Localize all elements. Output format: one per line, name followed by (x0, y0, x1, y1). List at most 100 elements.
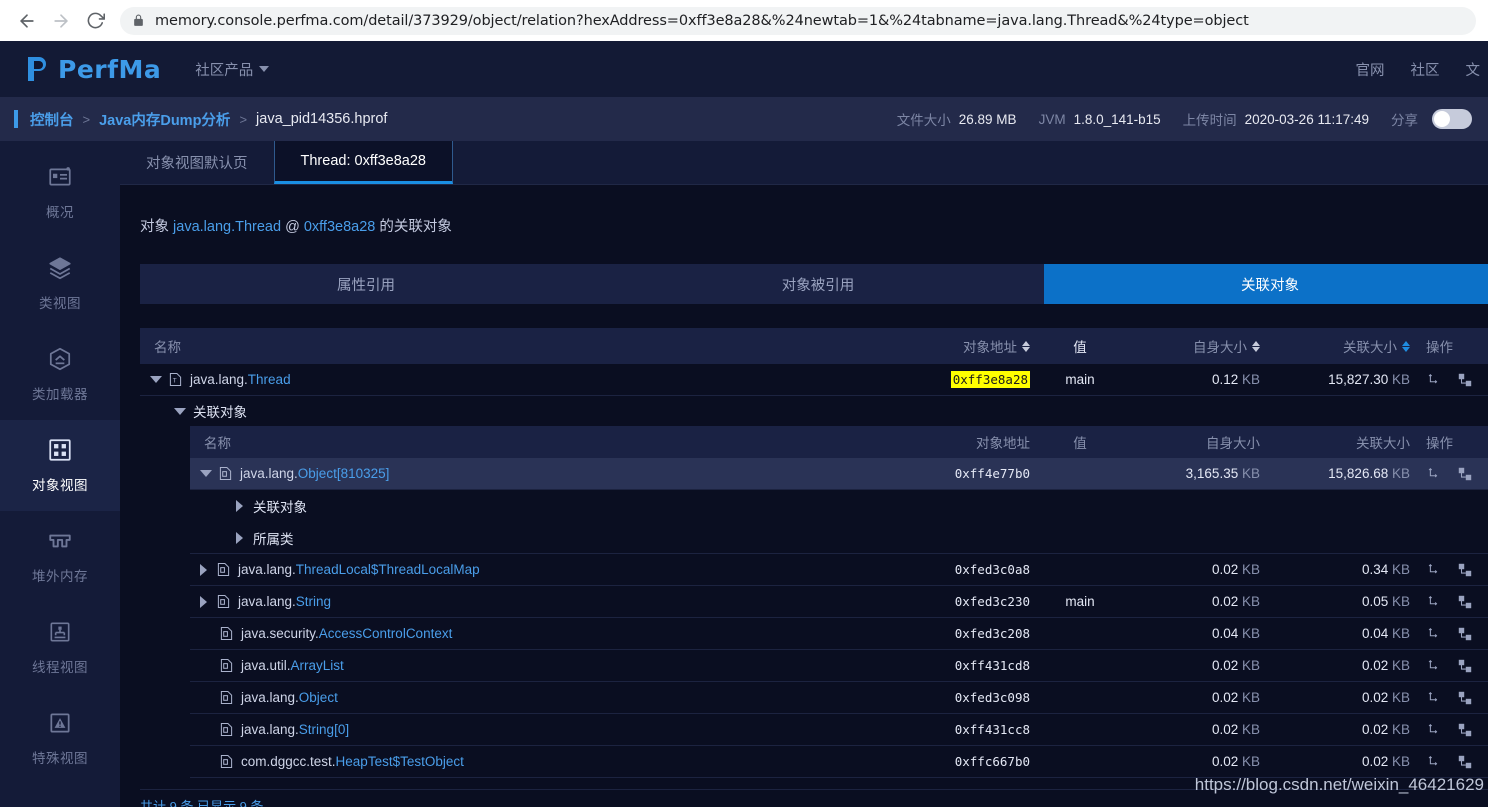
header-retained-size-cell[interactable]: 关联大小 (1260, 336, 1410, 356)
row-self-size: 0.02 (1211, 562, 1239, 577)
nested-header-name: 名称 (204, 436, 231, 451)
segment-related-objects[interactable]: 关联对象 (1044, 264, 1488, 304)
expand-hierarchy-icon[interactable] (1458, 691, 1472, 705)
child-row-owner-class[interactable]: 所属类 (190, 522, 1488, 554)
row-address[interactable]: 0xffc667b0 (900, 754, 1030, 769)
path-to-gc-root-icon[interactable] (1426, 627, 1440, 641)
expand-hierarchy-icon[interactable] (1458, 659, 1472, 673)
expand-hierarchy-icon[interactable] (1458, 563, 1472, 577)
row-self-unit: KB (1241, 754, 1260, 769)
table-row[interactable]: java.lang. Object[810325] 0xff4e77b0 3,16… (190, 458, 1488, 490)
header-self-size-cell[interactable]: 自身大小 (1110, 336, 1260, 356)
accent-bar (14, 110, 18, 128)
nav-link-official[interactable]: 官网 (1356, 59, 1385, 80)
nav-products-menu[interactable]: 社区产品 (195, 59, 270, 80)
share-toggle[interactable] (1432, 109, 1472, 129)
row-class[interactable]: ArrayList (291, 658, 344, 673)
breadcrumb-dump-analysis[interactable]: Java内存Dump分析 (99, 109, 230, 130)
path-to-gc-root-icon[interactable] (1426, 595, 1440, 609)
expand-hierarchy-icon[interactable] (1458, 373, 1472, 387)
header-address-cell[interactable]: 对象地址 (900, 336, 1030, 356)
expand-hierarchy-icon[interactable] (1458, 627, 1472, 641)
path-to-gc-root-icon[interactable] (1426, 723, 1440, 737)
sidebar-item-overview[interactable]: 概况 (0, 147, 120, 238)
table-row[interactable]: java.lang. Object 0xfed3c098 0.02 KB 0.02… (190, 682, 1488, 714)
nav-link-docs[interactable]: 文 (1466, 59, 1481, 80)
table-row-root[interactable]: T java.lang. Thread 0xff3e8a28 main 0.12 … (140, 364, 1488, 396)
sort-arrows-address[interactable] (1022, 340, 1030, 352)
path-to-gc-root-icon[interactable] (1426, 373, 1440, 387)
collapse-triangle-icon[interactable] (236, 531, 243, 544)
brand-logo[interactable]: PerfMa (24, 55, 161, 84)
sidebar-item-class-view[interactable]: 类视图 (0, 238, 120, 329)
header-retained-size: 关联大小 (1343, 340, 1397, 355)
address-bar[interactable]: memory.console.perfma.com/detail/373929/… (120, 6, 1476, 35)
row-address[interactable]: 0xfed3c208 (900, 626, 1030, 641)
segment-attribute-refs[interactable]: 属性引用 (140, 264, 592, 304)
sidebar-item-special-view[interactable]: 特殊视图 (0, 693, 120, 784)
row-class[interactable]: Object (299, 690, 338, 705)
row-self-size: 0.02 (1211, 722, 1239, 737)
group-row-related-objects[interactable]: 关联对象 (140, 396, 1488, 426)
path-to-gc-root-icon[interactable] (1426, 755, 1440, 769)
row-class-root[interactable]: Thread (248, 372, 291, 387)
row-address[interactable]: 0xff431cc8 (900, 722, 1030, 737)
row-class[interactable]: Object[810325] (298, 466, 390, 481)
expand-hierarchy-icon[interactable] (1458, 723, 1472, 737)
row-class[interactable]: String[0] (299, 722, 349, 737)
object-title-address[interactable]: 0xff3e8a28 (304, 219, 376, 235)
sort-arrows-retained-size[interactable] (1402, 340, 1410, 352)
table-row[interactable]: com.dggcc.test. HeapTest$TestObject 0xffc… (190, 746, 1488, 778)
child-row-related-objects[interactable]: 关联对象 (190, 490, 1488, 522)
sidebar-item-offheap[interactable]: 堆外内存 (0, 511, 120, 602)
row-class[interactable]: String (296, 594, 331, 609)
row-address[interactable]: 0xff4e77b0 (900, 466, 1030, 481)
expand-hierarchy-icon[interactable] (1458, 467, 1472, 481)
row-self-unit: KB (1241, 658, 1260, 673)
table-row[interactable]: java.util. ArrayList 0xff431cd8 0.02 KB 0… (190, 650, 1488, 682)
table-row[interactable]: java.security. AccessControlContext 0xfed… (190, 618, 1488, 650)
expand-triangle-icon[interactable] (150, 376, 162, 383)
row-class[interactable]: AccessControlContext (319, 626, 453, 641)
row-address[interactable]: 0xfed3c0a8 (900, 562, 1030, 577)
row-address[interactable]: 0xff431cd8 (900, 658, 1030, 673)
forward-icon[interactable] (46, 6, 76, 36)
expand-triangle-icon[interactable] (200, 470, 212, 477)
sidebar-item-thread-view[interactable]: 线程视图 (0, 602, 120, 693)
expand-hierarchy-icon[interactable] (1458, 595, 1472, 609)
object-title-class[interactable]: java.lang.Thread (173, 219, 281, 235)
nav-link-community[interactable]: 社区 (1411, 59, 1440, 80)
group-expand-triangle-icon[interactable] (174, 407, 186, 415)
row-package: java.lang. (241, 690, 299, 705)
row-class[interactable]: ThreadLocal$ThreadLocalMap (296, 562, 480, 577)
collapse-triangle-icon[interactable] (200, 595, 207, 608)
row-address-root[interactable]: 0xff3e8a28 (950, 371, 1030, 388)
collapse-triangle-icon[interactable] (200, 563, 207, 576)
expand-hierarchy-icon[interactable] (1458, 755, 1472, 769)
table-row[interactable]: java.lang. String 0xfed3c230 main 0.02 KB… (190, 586, 1488, 618)
reload-icon[interactable] (80, 6, 110, 36)
jvm-label: JVM (1038, 111, 1066, 127)
sidebar-item-classloader[interactable]: 类加载器 (0, 329, 120, 420)
back-icon[interactable] (12, 6, 42, 36)
uploadtime-value: 2020-03-26 11:17:49 (1244, 111, 1369, 127)
path-to-gc-root-icon[interactable] (1426, 691, 1440, 705)
row-address[interactable]: 0xfed3c230 (900, 594, 1030, 609)
sort-arrows-self-size[interactable] (1252, 340, 1260, 352)
segment-referenced-by[interactable]: 对象被引用 (592, 264, 1044, 304)
path-to-gc-root-icon[interactable] (1426, 563, 1440, 577)
tab-thread-0xff3e8a28[interactable]: Thread: 0xff3e8a28 (273, 141, 453, 184)
path-to-gc-root-icon[interactable] (1426, 467, 1440, 481)
table-row[interactable]: java.lang. String[0] 0xff431cc8 0.02 KB 0… (190, 714, 1488, 746)
row-address[interactable]: 0xfed3c098 (900, 690, 1030, 705)
table-row[interactable]: java.lang. ThreadLocal$ThreadLocalMap 0xf… (190, 554, 1488, 586)
collapse-triangle-icon[interactable] (236, 500, 243, 512)
row-retained-unit: KB (1391, 594, 1410, 609)
tab-object-view-default[interactable]: 对象视图默认页 (120, 141, 274, 184)
row-retained-unit: KB (1391, 658, 1410, 673)
row-self-size: 0.02 (1211, 754, 1239, 769)
row-class[interactable]: HeapTest$TestObject (336, 754, 464, 769)
sidebar-item-object-view[interactable]: 对象视图 (0, 420, 120, 511)
breadcrumb-console[interactable]: 控制台 (30, 109, 74, 130)
path-to-gc-root-icon[interactable] (1426, 659, 1440, 673)
